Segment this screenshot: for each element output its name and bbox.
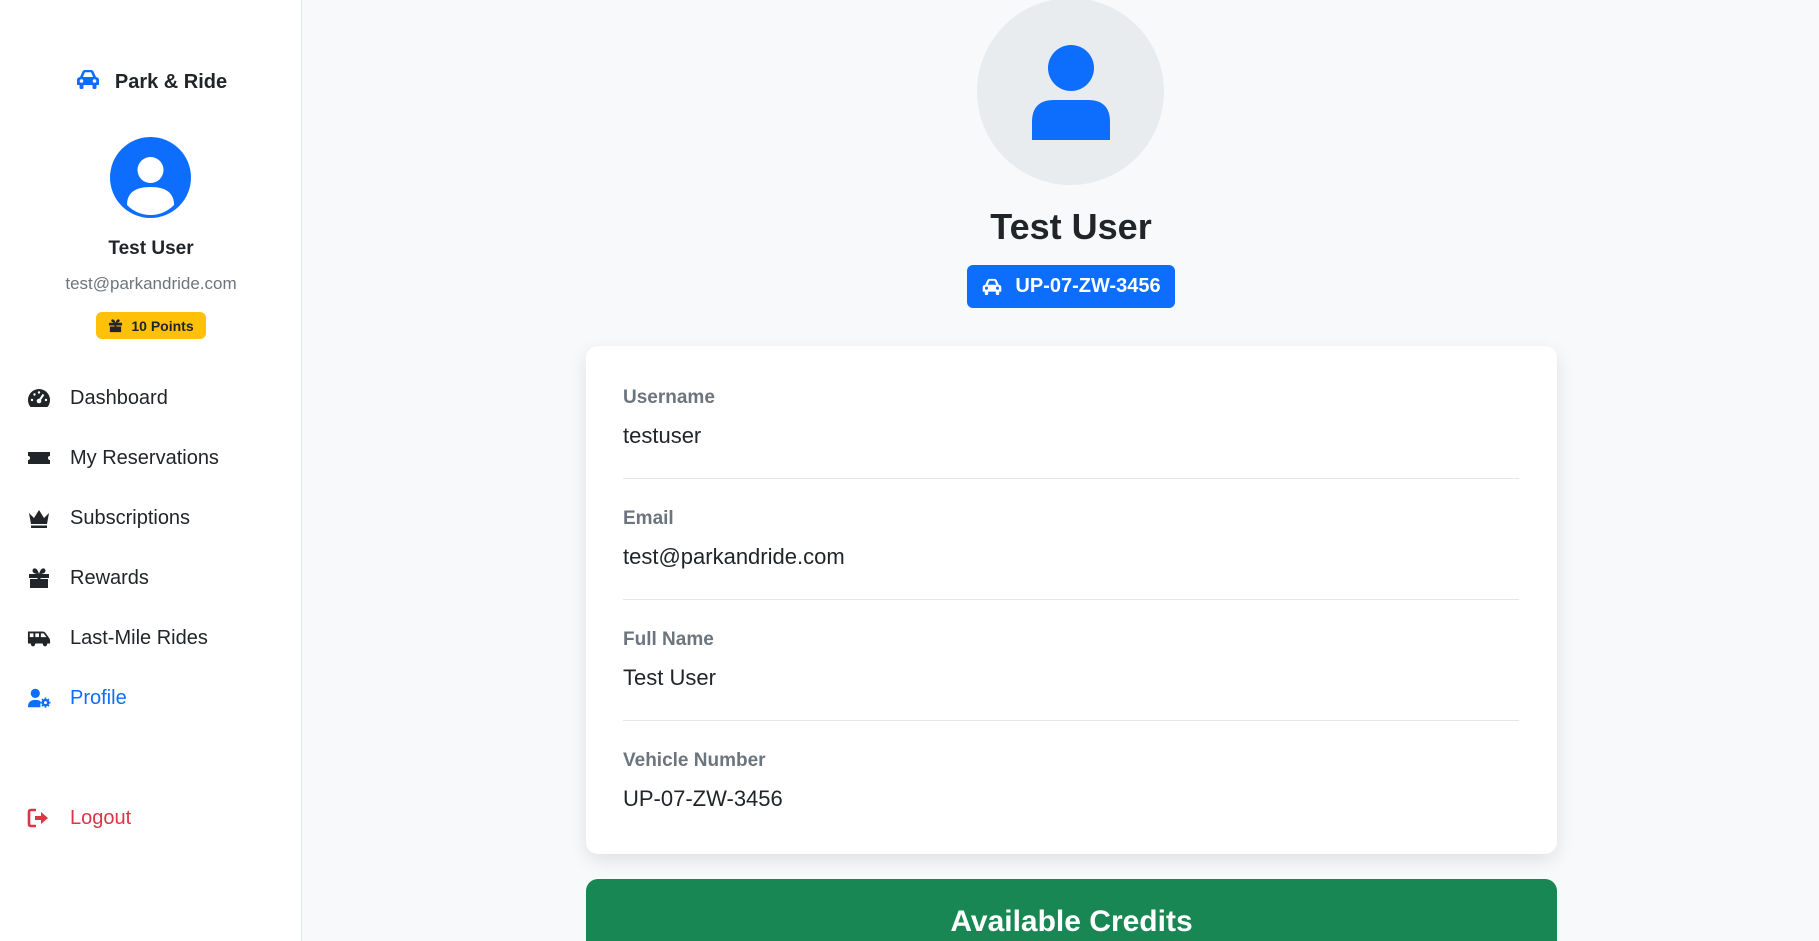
sidebar-item-label: Last-Mile Rides (70, 626, 208, 649)
logout-button[interactable]: Logout (26, 803, 131, 833)
ticket-icon (26, 447, 52, 469)
vehicle-badge: UP-07-ZW-3456 (967, 265, 1175, 308)
vehicle-badge-label: UP-07-ZW-3456 (1015, 275, 1161, 297)
divider (623, 599, 1519, 600)
main-content: Test User UP-07-ZW-3456 Username testuse… (303, 0, 1819, 941)
field-value: test@parkandride.com (623, 544, 845, 569)
sidebar-item-my-reservations[interactable]: My Reservations (26, 443, 219, 473)
sidebar-item-label: Subscriptions (70, 506, 191, 529)
gift-icon (109, 319, 123, 333)
available-credits-card: Available Credits (586, 879, 1557, 941)
brand[interactable]: Park & Ride (0, 68, 302, 96)
full-name-field: Full Name Test User (623, 629, 1519, 691)
email-field: Email test@parkandride.com (623, 508, 1519, 570)
username-field: Username testuser (623, 387, 1519, 449)
sidebar-item-label: My Reservations (70, 446, 219, 469)
field-label: Username (623, 387, 715, 408)
car-icon (983, 278, 1002, 295)
field-label: Vehicle Number (623, 750, 766, 771)
vehicle-number-field: Vehicle Number UP-07-ZW-3456 (623, 750, 1519, 812)
credits-title: Available Credits (950, 905, 1193, 938)
sidebar-item-profile[interactable]: Profile (26, 683, 127, 713)
logout-label: Logout (70, 806, 132, 829)
sidebar-item-label: Profile (70, 686, 127, 709)
field-value: Test User (623, 665, 716, 690)
sidebar-item-label: Dashboard (70, 386, 168, 409)
profile-name: Test User (990, 206, 1152, 247)
sidebar-avatar (110, 137, 191, 218)
user-gear-icon (26, 687, 52, 709)
profile-avatar (977, 0, 1164, 185)
sidebar-item-subscriptions[interactable]: Subscriptions (26, 503, 190, 533)
sidebar-user-name: Test User (108, 238, 194, 259)
gift-icon (26, 567, 52, 589)
sidebar: Park & Ride Test User test@parkandride.c… (0, 0, 302, 941)
user-icon (1031, 44, 1110, 140)
field-value: UP-07-ZW-3456 (623, 786, 783, 811)
logout-icon (26, 807, 52, 829)
sidebar-item-rewards[interactable]: Rewards (26, 563, 149, 593)
gauge-icon (26, 387, 52, 409)
shuttle-van-icon (26, 627, 52, 649)
divider (623, 720, 1519, 721)
brand-name: Park & Ride (114, 70, 228, 93)
sidebar-user-email: test@parkandride.com (65, 274, 237, 293)
user-icon (127, 157, 174, 215)
field-label: Email (623, 508, 674, 529)
profile-info-card: Username testuser Email test@parkandride… (586, 346, 1557, 854)
car-icon (75, 68, 101, 96)
sidebar-item-dashboard[interactable]: Dashboard (26, 383, 168, 413)
sidebar-item-label: Rewards (70, 566, 149, 589)
divider (623, 478, 1519, 479)
sidebar-item-last-mile-rides[interactable]: Last-Mile Rides (26, 623, 208, 653)
field-label: Full Name (623, 629, 714, 650)
crown-icon (26, 507, 52, 529)
points-badge: 10 Points (96, 312, 206, 339)
points-label: 10 Points (131, 317, 194, 334)
field-value: testuser (623, 423, 702, 448)
